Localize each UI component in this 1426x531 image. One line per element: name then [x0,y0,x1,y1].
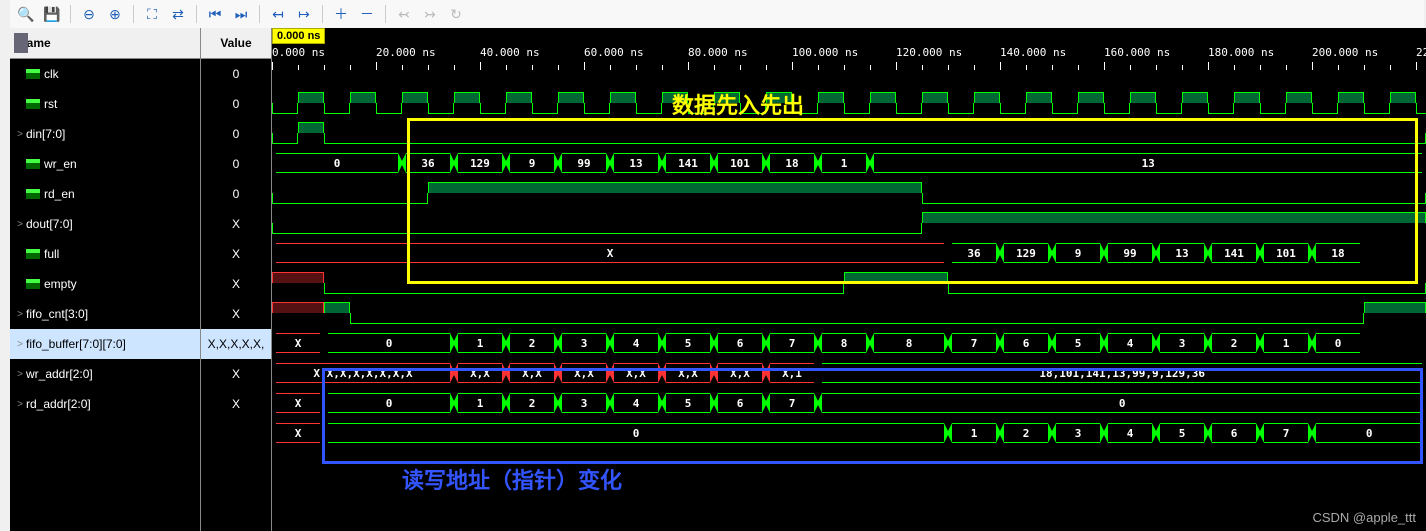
tick: 40.000 ns [480,46,540,59]
signal-value: X [201,299,271,329]
annotation-box-blue [322,368,1423,464]
signal-row-dout[7:0][interactable]: >dout[7:0] [10,209,200,239]
signal-value: X [201,209,271,239]
signal-row-clk[interactable]: clk [10,59,200,89]
signal-row-rd_en[interactable]: rd_en [10,179,200,209]
tick: 0.000 ns [272,46,325,59]
name-column: Name clkrst>din[7:0]wr_enrd_en>dout[7:0]… [10,28,201,531]
zoom-out-icon[interactable]: ⊖ [77,2,101,26]
name-header: Name [10,28,200,59]
remove-marker-icon[interactable]: － [355,2,379,26]
tick: 220.0 [1416,46,1426,59]
signal-value: 0 [201,59,271,89]
waveform-area[interactable]: 0.000 ns 0.000 ns 20.000 ns 40.000 ns 60.00… [272,28,1426,531]
cycle-icon[interactable]: ↻ [444,2,468,26]
signal-row-fifo_cnt[3:0][interactable]: >fifo_cnt[3:0] [10,299,200,329]
watermark: CSDN @apple_ttt [1312,510,1416,525]
cursor-time-flag[interactable]: 0.000 ns [272,28,325,44]
annotation-addr: 读写地址（指针）变化 [402,463,622,495]
save-icon[interactable]: 💾 [40,2,64,26]
signal-value: X [201,389,271,419]
tick: 120.000 ns [896,46,962,59]
annotation-box-yellow [407,118,1418,284]
prev-edge-icon[interactable]: ↤ [266,2,290,26]
signal-value: 0 [201,179,271,209]
tick: 80.000 ns [688,46,748,59]
go-end-icon[interactable]: ⏭ [229,2,253,26]
tick: 180.000 ns [1208,46,1274,59]
step-back-icon[interactable]: ↢ [392,2,416,26]
tick: 100.000 ns [792,46,858,59]
go-start-icon[interactable]: ⏮ [203,2,227,26]
zoom-reset-icon[interactable]: ⊕ [103,2,127,26]
signal-value: X [201,269,271,299]
value-column: Value 00000XXXXX,X,X,X,X,XX [201,28,272,531]
tick: 140.000 ns [1000,46,1066,59]
signal-row-empty[interactable]: empty [10,269,200,299]
signal-value: 0 [201,89,271,119]
value-header: Value [201,28,271,59]
zoom-in-icon[interactable]: 🔍 [14,2,38,26]
signal-row-wr_addr[2:0][interactable]: >wr_addr[2:0] [10,359,200,389]
toolbar: 🔍 💾 ⊖ ⊕ ⛶ ⇄ ⏮ ⏭ ↤ ↦ ＋ － ↢ ↣ ↻ [10,0,1424,29]
tick: 200.000 ns [1312,46,1378,59]
time-ruler[interactable]: 0.000 ns 20.000 ns 40.000 ns 60.000 ns 80.00… [272,46,1426,88]
signal-row-rst[interactable]: rst [10,89,200,119]
signal-value: X [201,239,271,269]
signal-row-wr_en[interactable]: wr_en [10,149,200,179]
swap-icon[interactable]: ⇄ [166,2,190,26]
tick: 160.000 ns [1104,46,1170,59]
signal-row-din[7:0][interactable]: >din[7:0] [10,119,200,149]
next-edge-icon[interactable]: ↦ [292,2,316,26]
add-marker-icon[interactable]: ＋ [329,2,353,26]
tick: 20.000 ns [376,46,436,59]
tick: 60.000 ns [584,46,644,59]
signal-row-fifo_buffer[7:0][7:0][interactable]: >fifo_buffer[7:0][7:0] [10,329,200,359]
annotation-fifo: 数据先入先出 [672,88,804,120]
step-fwd-icon[interactable]: ↣ [418,2,442,26]
signal-value: X [201,359,271,389]
signal-value: 0 [201,149,271,179]
signal-row-rd_addr[2:0][interactable]: >rd_addr[2:0] [10,389,200,419]
signal-value: X,X,X,X,X, [201,329,271,359]
signal-value: 0 [201,119,271,149]
zoom-fit-icon[interactable]: ⛶ [140,2,164,26]
signal-row-full[interactable]: full [10,239,200,269]
